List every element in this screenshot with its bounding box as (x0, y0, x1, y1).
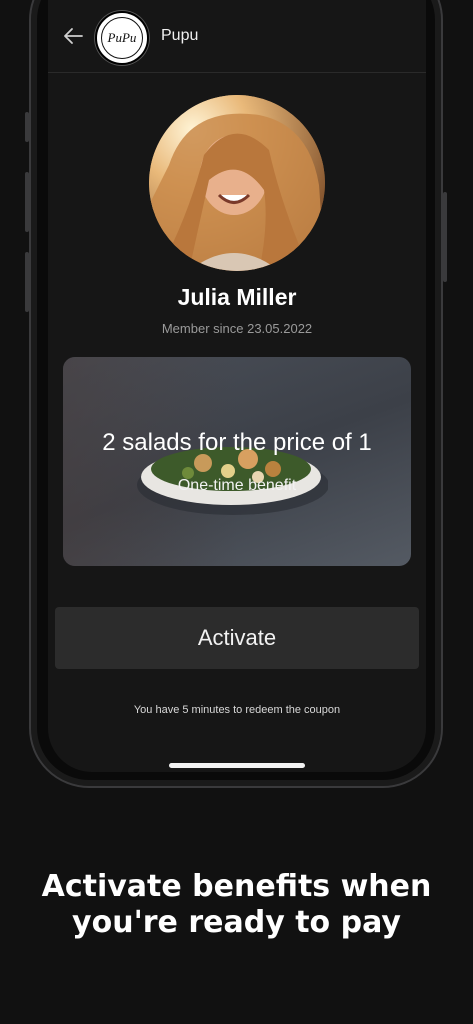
phone-power-button (443, 192, 447, 282)
brand-name: Pupu (161, 27, 199, 44)
app-screen: PuPu Pupu Julia Miller Member since 23.0… (48, 0, 426, 772)
member-name: Julia Miller (177, 284, 297, 310)
benefit-card[interactable]: 2 salads for the price of 1 One-time ben… (63, 357, 411, 566)
avatar-photo (149, 95, 325, 271)
member-since: Member since 23.05.2022 (161, 321, 313, 336)
promo-line-1: Activate benefits when (41, 869, 432, 904)
brand-logo: PuPu (95, 11, 149, 65)
app-header: PuPu Pupu (48, 0, 426, 73)
arrow-left-icon[interactable] (62, 25, 84, 47)
activate-button[interactable]: Activate (55, 607, 419, 669)
promo-tagline: Activate benefits when you're ready to p… (0, 869, 473, 941)
brand-logo-text: PuPu (107, 30, 137, 45)
redeem-notice: You have 5 minutes to redeem the coupon (133, 704, 341, 716)
phone-volume-up-button (25, 172, 29, 232)
phone-volume-down-button (25, 252, 29, 312)
avatar (149, 95, 325, 271)
benefit-subtitle: One-time benefit (177, 477, 297, 494)
phone-side-button (25, 112, 29, 142)
home-indicator[interactable] (169, 763, 305, 768)
benefit-title: 2 salads for the price of 1 (102, 429, 372, 456)
promo-line-2: you're ready to pay (72, 905, 401, 940)
